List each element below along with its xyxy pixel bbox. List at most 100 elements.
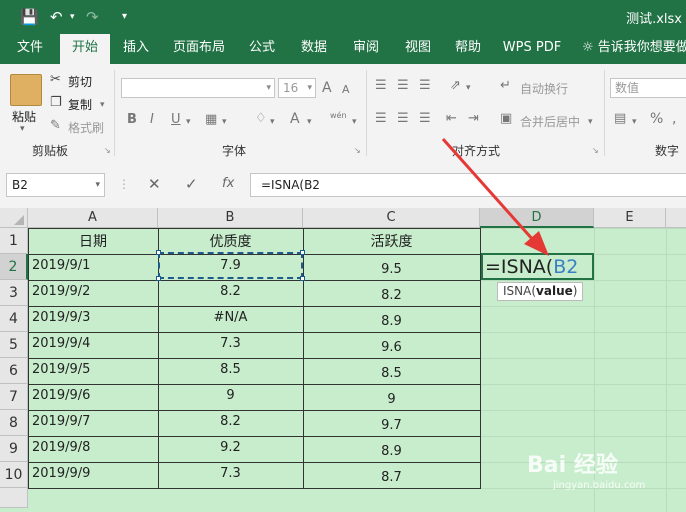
tab-data[interactable]: 数据	[292, 34, 336, 64]
column-header-e[interactable]: E	[594, 208, 666, 228]
row-header[interactable]: 6	[0, 358, 28, 384]
paste-button[interactable]: 粘贴	[12, 108, 36, 125]
wrap-text-button[interactable]: 自动换行	[520, 80, 568, 97]
align-middle-icon[interactable]: ☰	[397, 78, 409, 94]
table-cell[interactable]: 9.6	[303, 336, 480, 360]
table-cell[interactable]: 7.3	[158, 462, 303, 486]
table-cell[interactable]: 9.5	[303, 258, 480, 282]
tab-insert[interactable]: 插入	[114, 34, 158, 64]
select-all-corner[interactable]	[0, 208, 28, 228]
header-cell[interactable]: 优质度	[158, 230, 303, 254]
font-size-combo[interactable]: 16 ▾	[278, 78, 316, 98]
grow-font-icon[interactable]: A	[322, 80, 332, 96]
table-cell[interactable]: 2019/9/5	[32, 358, 162, 382]
accounting-format-icon[interactable]: ▤	[614, 111, 626, 127]
column-header-c[interactable]: C	[303, 208, 480, 228]
enter-icon[interactable]: ✓	[185, 176, 198, 192]
row-header[interactable]	[0, 488, 28, 508]
copy-dropdown-icon[interactable]: ▾	[100, 97, 105, 113]
table-cell[interactable]: 8.5	[303, 362, 480, 386]
table-cell[interactable]: 2019/9/3	[32, 306, 162, 330]
merge-center-button[interactable]: 合并后居中	[520, 113, 580, 130]
increase-indent-icon[interactable]: ⇥	[468, 111, 479, 127]
table-cell[interactable]: 2019/9/9	[32, 462, 162, 486]
save-icon[interactable]: 💾	[20, 8, 39, 26]
row-header[interactable]: 7	[0, 384, 28, 410]
table-cell[interactable]: 9.2	[158, 436, 303, 460]
table-cell[interactable]: 9	[158, 384, 303, 408]
bold-icon[interactable]: B	[127, 112, 137, 128]
align-center-icon[interactable]: ☰	[397, 111, 409, 127]
percent-icon[interactable]: %	[650, 111, 663, 127]
fill-color-icon[interactable]: ♢	[255, 111, 267, 127]
table-cell[interactable]: 2019/9/1	[32, 254, 162, 278]
copy-button[interactable]: 复制	[68, 96, 92, 113]
cut-button[interactable]: 剪切	[68, 73, 92, 90]
table-cell[interactable]: 7.3	[158, 332, 303, 356]
borders-dropdown-icon[interactable]: ▾	[222, 114, 227, 130]
resize-handle[interactable]	[300, 276, 305, 281]
align-right-icon[interactable]: ☰	[419, 111, 431, 127]
tab-help[interactable]: 帮助	[446, 34, 490, 64]
table-cell[interactable]: 2019/9/2	[32, 280, 162, 304]
comma-style-icon[interactable]: ,	[672, 111, 676, 127]
alignment-launcher-icon[interactable]: ↘	[592, 146, 599, 155]
scissors-icon[interactable]: ✂	[50, 72, 61, 88]
header-cell[interactable]: 日期	[28, 230, 158, 254]
italic-icon[interactable]: I	[150, 112, 154, 128]
table-cell[interactable]: 2019/9/8	[32, 436, 162, 460]
table-cell[interactable]: 2019/9/6	[32, 384, 162, 408]
insert-function-icon[interactable]: fx	[222, 176, 234, 192]
tab-formulas[interactable]: 公式	[240, 34, 284, 64]
borders-icon[interactable]: ▦	[205, 112, 217, 128]
customize-qat-icon[interactable]: ▾	[122, 8, 127, 26]
column-header-d[interactable]: D	[480, 208, 594, 228]
row-header[interactable]: 5	[0, 332, 28, 358]
table-cell[interactable]: 8.2	[158, 410, 303, 434]
tab-view[interactable]: 视图	[396, 34, 440, 64]
row-header[interactable]: 9	[0, 436, 28, 462]
tab-page-layout[interactable]: 页面布局	[168, 34, 230, 64]
table-cell[interactable]: 8.5	[158, 358, 303, 382]
table-cell[interactable]: 8.9	[303, 310, 480, 334]
table-cell[interactable]: 8.9	[303, 440, 480, 464]
row-header[interactable]: 1	[0, 228, 28, 254]
align-bottom-icon[interactable]: ☰	[419, 78, 431, 94]
underline-icon[interactable]: U	[171, 112, 181, 128]
phonetic-icon[interactable]: wén	[330, 108, 347, 124]
formula-input[interactable]: =ISNA(B2	[250, 173, 686, 197]
tab-home[interactable]: 开始	[60, 34, 110, 64]
column-header-a[interactable]: A	[28, 208, 158, 228]
shrink-font-icon[interactable]: A	[342, 82, 350, 98]
row-header[interactable]: 8	[0, 410, 28, 436]
table-cell[interactable]: 8.7	[303, 466, 480, 490]
underline-dropdown-icon[interactable]: ▾	[186, 114, 191, 130]
font-launcher-icon[interactable]: ↘	[354, 146, 361, 155]
clipboard-launcher-icon[interactable]: ↘	[104, 146, 111, 155]
tell-me-search[interactable]: ☼ 告诉我你想要做	[582, 34, 686, 64]
paste-dropdown-icon[interactable]: ▾	[20, 124, 25, 134]
font-color-dropdown-icon[interactable]: ▾	[307, 114, 312, 130]
table-cell[interactable]: 2019/9/4	[32, 332, 162, 356]
phonetic-dropdown-icon[interactable]: ▾	[352, 114, 357, 130]
tab-wps-pdf[interactable]: WPS PDF	[500, 34, 564, 64]
undo-icon[interactable]: ↶	[50, 8, 63, 26]
header-cell[interactable]: 活跃度	[303, 230, 480, 254]
row-header[interactable]: 3	[0, 280, 28, 306]
merge-dropdown-icon[interactable]: ▾	[588, 114, 593, 130]
accounting-dropdown-icon[interactable]: ▾	[632, 114, 637, 130]
table-cell[interactable]: 9	[303, 388, 480, 412]
font-name-combo[interactable]: ▾	[121, 78, 275, 98]
redo-icon[interactable]: ↷	[86, 8, 99, 26]
resize-handle[interactable]	[300, 250, 305, 255]
wrap-text-icon[interactable]: ↵	[500, 78, 511, 94]
format-painter-icon[interactable]: ✎	[50, 118, 61, 134]
orientation-icon[interactable]: ⇗	[450, 78, 461, 94]
tab-file[interactable]: 文件	[8, 34, 52, 64]
merge-center-icon[interactable]: ▣	[500, 111, 512, 127]
column-header-f[interactable]	[666, 208, 686, 228]
paste-icon[interactable]	[10, 74, 42, 106]
tab-review[interactable]: 审阅	[344, 34, 388, 64]
align-top-icon[interactable]: ☰	[375, 78, 387, 94]
column-header-b[interactable]: B	[158, 208, 303, 228]
